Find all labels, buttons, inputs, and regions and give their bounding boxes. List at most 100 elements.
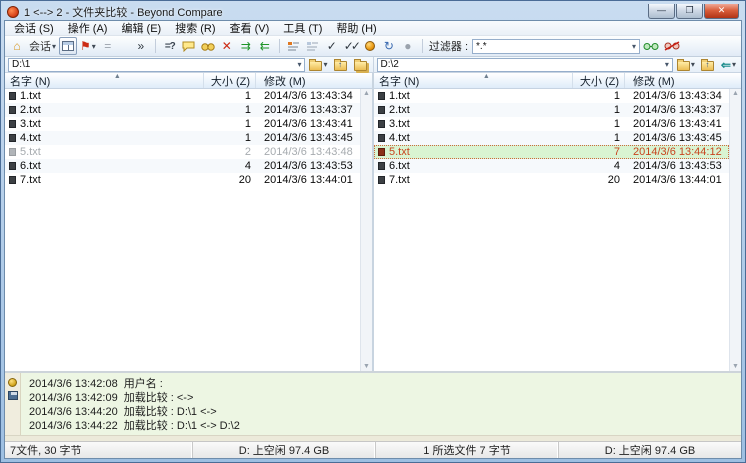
left-swap-folders-button[interactable]	[352, 56, 370, 74]
file-icon	[9, 148, 16, 156]
compare-contents-button[interactable]: =?	[161, 37, 179, 55]
menu-item-3[interactable]: 搜索 (R)	[168, 21, 222, 35]
view-layout-button[interactable]	[59, 37, 77, 55]
column-header-modified[interactable]: 修改 (M)	[625, 73, 729, 88]
double-folder-icon	[354, 61, 367, 71]
log-message: 加载比较 : D:\1 <->	[124, 406, 217, 418]
left-parent-folder-button[interactable]	[332, 56, 350, 74]
file-row-7.txt[interactable]: 7.txt202014/3/6 13:44:01	[374, 173, 729, 187]
log-panel: 2014/3/6 13:42:08用户名 :2014/3/6 13:42:09加…	[5, 371, 741, 435]
left-pane: 名字 (N) ▲ 大小 (Z) 修改 (M) 1.txt12014/3/6 13…	[5, 73, 372, 371]
show-differences-button[interactable]	[285, 37, 303, 55]
file-row-5.txt[interactable]: 5.txt72014/3/6 13:44:12	[374, 145, 729, 159]
left-path-combobox[interactable]: D:\1 ▾	[8, 58, 305, 72]
minimize-button[interactable]: —	[648, 4, 675, 19]
column-header-name[interactable]: 名字 (N) ▲	[374, 73, 573, 88]
file-name: 3.txt	[20, 118, 204, 130]
column-header-size[interactable]: 大小 (Z)	[573, 73, 625, 88]
title-bar: 1 <--> 2 - 文件夹比较 - Beyond Compare — ❐ ✕	[4, 3, 742, 20]
flag-icon: ⚑	[80, 40, 91, 52]
column-header-name[interactable]: 名字 (N) ▲	[5, 73, 204, 88]
menu-item-4[interactable]: 查看 (V)	[223, 21, 277, 35]
back-arrow-icon: ⇐	[721, 59, 731, 71]
refresh-icon: ↻	[384, 40, 394, 52]
session-menu-button[interactable]: 会话 ▾	[27, 37, 58, 55]
stop-button[interactable]: ●	[399, 37, 417, 55]
menu-item-5[interactable]: 工具 (T)	[276, 21, 329, 35]
file-row-3.txt[interactable]: 3.txt12014/3/6 13:43:41	[5, 117, 360, 131]
menu-item-0[interactable]: 会话 (S)	[7, 21, 61, 35]
check-icon: ✓	[327, 40, 337, 52]
right-path-combobox[interactable]: D:\2 ▾	[377, 58, 673, 72]
file-row-2.txt[interactable]: 2.txt12014/3/6 13:43:37	[374, 103, 729, 117]
home-sessions-button[interactable]: ⌂	[8, 37, 26, 55]
right-column-headers: 名字 (N) ▲ 大小 (Z) 修改 (M)	[374, 73, 741, 89]
column-header-size[interactable]: 大小 (Z)	[204, 73, 256, 88]
file-row-6.txt[interactable]: 6.txt42014/3/6 13:43:53	[5, 159, 360, 173]
flag-dropdown-button[interactable]: ⚑ ▾	[78, 37, 98, 55]
file-icon	[9, 162, 16, 170]
log-lines: 2014/3/6 13:42:08用户名 :2014/3/6 13:42:09加…	[21, 373, 240, 435]
chevron-down-icon: ▾	[92, 42, 96, 51]
maximize-button[interactable]: ❐	[676, 4, 703, 19]
file-row-6.txt[interactable]: 6.txt42014/3/6 13:43:53	[374, 159, 729, 173]
file-icon	[9, 120, 16, 128]
file-name: 2.txt	[389, 104, 573, 116]
right-back-button[interactable]: ⇐▾	[719, 56, 738, 74]
filter-label: 过滤器 :	[429, 38, 468, 54]
right-parent-folder-button[interactable]	[699, 56, 717, 74]
save-disk-icon[interactable]	[8, 391, 18, 400]
delete-button[interactable]: ✕	[218, 37, 236, 55]
file-row-3.txt[interactable]: 3.txt12014/3/6 13:43:41	[374, 117, 729, 131]
file-modified: 2014/3/6 13:43:48	[256, 146, 360, 158]
copy-to-right-button[interactable]: ⇉	[237, 37, 255, 55]
menu-item-2[interactable]: 编辑 (E)	[114, 21, 168, 35]
sync-button[interactable]	[361, 37, 379, 55]
chevron-down-icon: ▾	[628, 42, 636, 51]
scroll-down-icon[interactable]: ▼	[363, 363, 370, 370]
scroll-up-icon[interactable]: ▲	[732, 90, 739, 97]
folder-up-icon	[334, 61, 347, 71]
file-row-2.txt[interactable]: 2.txt12014/3/6 13:43:37	[5, 103, 360, 117]
home-icon: ⌂	[13, 40, 20, 52]
show-all-button[interactable]: ✓✓	[342, 37, 360, 55]
show-same-button[interactable]: ✓	[323, 37, 341, 55]
file-row-7.txt[interactable]: 7.txt202014/3/6 13:44:01	[5, 173, 360, 187]
menu-item-1[interactable]: 操作 (A)	[61, 21, 115, 35]
file-modified: 2014/3/6 13:44:01	[256, 174, 360, 186]
scroll-up-icon[interactable]: ▲	[363, 90, 370, 97]
left-scrollbar[interactable]: ▲ ▼	[360, 89, 372, 371]
close-button[interactable]: ✕	[704, 4, 739, 19]
scroll-down-icon[interactable]: ▼	[732, 363, 739, 370]
rules-button[interactable]: =	[99, 37, 117, 55]
file-row-4.txt[interactable]: 4.txt12014/3/6 13:43:45	[5, 131, 360, 145]
file-modified: 2014/3/6 13:43:45	[256, 132, 360, 144]
overflow-chevron-icon: »	[137, 40, 144, 52]
right-scrollbar[interactable]: ▲ ▼	[729, 89, 741, 371]
diff-tree-icon	[287, 41, 300, 52]
menu-item-6[interactable]: 帮助 (H)	[329, 21, 383, 35]
quick-compare-button[interactable]	[199, 37, 217, 55]
equals-icon: =	[104, 40, 111, 52]
comment-button[interactable]	[180, 37, 198, 55]
log-timestamp: 2014/3/6 13:42:09	[29, 392, 118, 404]
file-row-5.txt[interactable]: 5.txt22014/3/6 13:43:48	[5, 145, 360, 159]
toolbar-separator	[279, 39, 280, 53]
filter-combobox[interactable]: *.* ▾	[472, 39, 640, 54]
copy-to-left-button[interactable]: ⇇	[256, 37, 274, 55]
column-header-modified[interactable]: 修改 (M)	[256, 73, 360, 88]
log-gutter	[5, 373, 21, 435]
file-icon	[9, 106, 16, 114]
toolbar-overflow-button[interactable]: »	[132, 37, 150, 55]
file-row-1.txt[interactable]: 1.txt12014/3/6 13:43:34	[5, 89, 360, 103]
file-name: 7.txt	[20, 174, 204, 186]
file-size: 1	[204, 90, 256, 102]
right-browse-folder-button[interactable]: ▾	[675, 56, 697, 74]
file-row-4.txt[interactable]: 4.txt12014/3/6 13:43:45	[374, 131, 729, 145]
file-row-1.txt[interactable]: 1.txt12014/3/6 13:43:34	[374, 89, 729, 103]
filter-show-button[interactable]	[641, 37, 661, 55]
show-all-files-button[interactable]	[304, 37, 322, 55]
refresh-button[interactable]: ↻	[380, 37, 398, 55]
left-browse-folder-button[interactable]: ▾	[307, 56, 329, 74]
filter-hide-button[interactable]	[662, 37, 682, 55]
